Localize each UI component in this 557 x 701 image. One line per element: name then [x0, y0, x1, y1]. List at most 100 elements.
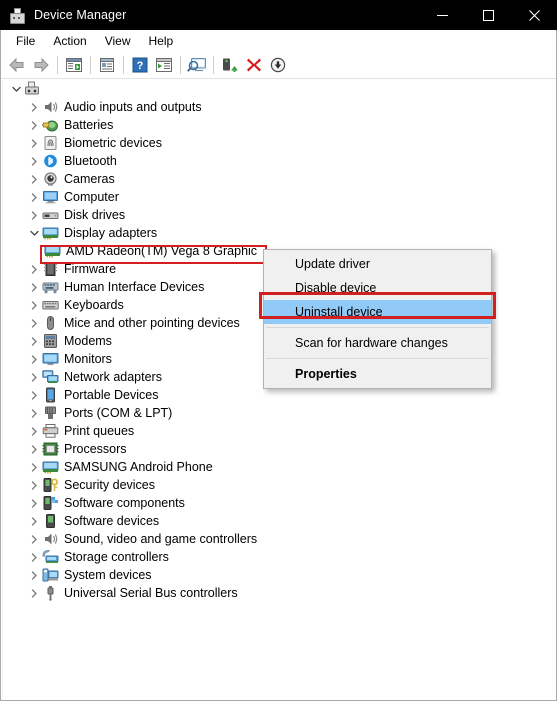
- back-button[interactable]: [5, 53, 29, 77]
- tree-item-security-devices[interactable]: Security devices: [2, 476, 557, 494]
- chevron-right-icon[interactable]: [26, 278, 42, 296]
- tree-item-universal-serial-bus-controllers[interactable]: Universal Serial Bus controllers: [2, 584, 557, 602]
- help-button[interactable]: ?: [128, 53, 152, 77]
- tree-item-label: System devices: [64, 568, 152, 582]
- tree-item-software-components[interactable]: Software components: [2, 494, 557, 512]
- tree-item-bluetooth[interactable]: Bluetooth: [2, 152, 557, 170]
- disable-device-button[interactable]: [266, 53, 290, 77]
- tree-item-label: Sound, video and game controllers: [64, 532, 258, 546]
- chevron-right-icon[interactable]: [26, 368, 42, 386]
- action-pane-button[interactable]: [152, 53, 176, 77]
- chevron-right-icon[interactable]: [26, 206, 42, 224]
- chevron-right-icon[interactable]: [26, 188, 42, 206]
- tree-item-label: Print queues: [64, 424, 135, 438]
- tree-item-label: Monitors: [64, 352, 112, 366]
- tree-item-biometric-devices[interactable]: Biometric devices: [2, 134, 557, 152]
- tree-item-cameras[interactable]: Cameras: [2, 170, 557, 188]
- properties-button[interactable]: [95, 53, 119, 77]
- tree-item-label: Network adapters: [64, 370, 162, 384]
- tree-item-computer[interactable]: Computer: [2, 188, 557, 206]
- console-tree-icon: [66, 58, 82, 72]
- context-menu-item-properties[interactable]: Properties: [264, 362, 491, 386]
- tree-item-label: Ports (COM & LPT): [64, 406, 173, 420]
- chevron-down-icon[interactable]: [8, 80, 24, 98]
- tree-item-label: Storage controllers: [64, 550, 169, 564]
- firmware-chip-icon: [42, 261, 59, 277]
- close-icon[interactable]: [511, 0, 557, 30]
- chevron-right-icon[interactable]: [26, 512, 42, 530]
- context-menu[interactable]: Update driver Disable device Uninstall d…: [263, 249, 492, 389]
- context-menu-separator: [266, 358, 489, 359]
- chevron-right-icon[interactable]: [26, 296, 42, 314]
- tree-item-samsung-android-phone[interactable]: SAMSUNG Android Phone: [2, 458, 557, 476]
- computer-icon: [42, 189, 59, 205]
- chevron-right-icon[interactable]: [26, 494, 42, 512]
- title-bar[interactable]: Device Manager: [0, 0, 557, 30]
- tree-item-software-devices[interactable]: Software devices: [2, 512, 557, 530]
- chevron-right-icon[interactable]: [26, 350, 42, 368]
- tree-item-label: Mice and other pointing devices: [64, 316, 240, 330]
- chevron-down-icon[interactable]: [26, 224, 42, 242]
- menu-file[interactable]: File: [7, 31, 44, 51]
- tree-item-sound-video-and-game-controllers[interactable]: Sound, video and game controllers: [2, 530, 557, 548]
- scan-monitor-icon: [187, 58, 206, 72]
- context-menu-item-update-driver[interactable]: Update driver: [264, 252, 491, 276]
- menu-help[interactable]: Help: [140, 31, 183, 51]
- chevron-right-icon[interactable]: [26, 476, 42, 494]
- tree-item-disk-drives[interactable]: Disk drives: [2, 206, 557, 224]
- chevron-right-icon[interactable]: [26, 404, 42, 422]
- context-menu-item-scan-for-hardware-changes[interactable]: Scan for hardware changes: [264, 331, 491, 355]
- context-menu-item-uninstall-device[interactable]: Uninstall device: [264, 300, 491, 324]
- update-driver-button[interactable]: [218, 53, 242, 77]
- tree-item-print-queues[interactable]: Print queues: [2, 422, 557, 440]
- window-controls: [419, 0, 557, 30]
- show-hide-console-tree-button[interactable]: [62, 53, 86, 77]
- chevron-right-icon[interactable]: [26, 314, 42, 332]
- chevron-right-icon[interactable]: [26, 440, 42, 458]
- menu-bar: File Action View Help: [1, 30, 556, 52]
- chevron-right-icon[interactable]: [26, 98, 42, 116]
- chevron-right-icon[interactable]: [26, 116, 42, 134]
- tree-item-batteries[interactable]: Batteries: [2, 116, 557, 134]
- tree-item-storage-controllers[interactable]: Storage controllers: [2, 548, 557, 566]
- tree-item-system-devices[interactable]: System devices: [2, 566, 557, 584]
- tree-item-processors[interactable]: Processors: [2, 440, 557, 458]
- tree-item-label: Portable Devices: [64, 388, 159, 402]
- chevron-right-icon[interactable]: [26, 584, 42, 602]
- tree-item-ports-com-lpt[interactable]: Ports (COM & LPT): [2, 404, 557, 422]
- minimize-icon[interactable]: [419, 0, 465, 30]
- action-pane-icon: [156, 58, 172, 72]
- tree-item-display-adapters[interactable]: Display adapters: [2, 224, 557, 242]
- uninstall-device-button[interactable]: [242, 53, 266, 77]
- chevron-right-icon[interactable]: [26, 530, 42, 548]
- chevron-right-icon[interactable]: [26, 260, 42, 278]
- speaker-icon: [42, 531, 59, 547]
- chevron-right-icon[interactable]: [26, 170, 42, 188]
- tree-item-label: AMD Radeon(TM) Vega 8 Graphic: [66, 244, 258, 258]
- menu-action[interactable]: Action: [44, 31, 95, 51]
- chevron-right-icon[interactable]: [26, 458, 42, 476]
- device-tree[interactable]: Audio inputs and outputs Batteries Biome…: [1, 80, 557, 700]
- toolbar: ?: [1, 52, 556, 79]
- tree-item-label: SAMSUNG Android Phone: [64, 460, 213, 474]
- toolbar-separator: [180, 56, 181, 74]
- fingerprint-icon: [42, 135, 59, 151]
- menu-view[interactable]: View: [96, 31, 140, 51]
- chevron-right-icon[interactable]: [26, 386, 42, 404]
- chevron-right-icon[interactable]: [26, 332, 42, 350]
- chevron-right-icon[interactable]: [26, 566, 42, 584]
- speaker-icon: [42, 99, 59, 115]
- chevron-right-icon[interactable]: [26, 134, 42, 152]
- chevron-right-icon[interactable]: [26, 422, 42, 440]
- forward-arrow-icon: [34, 57, 49, 73]
- chevron-right-icon[interactable]: [26, 152, 42, 170]
- camera-icon: [42, 171, 59, 187]
- forward-button[interactable]: [29, 53, 53, 77]
- context-menu-item-disable-device[interactable]: Disable device: [264, 276, 491, 300]
- device-manager-icon: [9, 7, 25, 24]
- tree-root[interactable]: [2, 80, 557, 98]
- tree-item-audio-inputs-and-outputs[interactable]: Audio inputs and outputs: [2, 98, 557, 116]
- maximize-icon[interactable]: [465, 0, 511, 30]
- scan-for-hardware-changes-button[interactable]: [185, 53, 209, 77]
- chevron-right-icon[interactable]: [26, 548, 42, 566]
